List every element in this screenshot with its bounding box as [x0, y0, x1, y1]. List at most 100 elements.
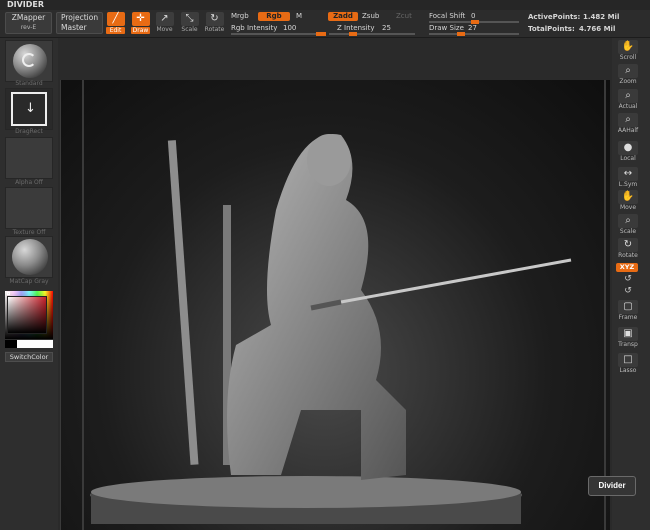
- scale-tool-button[interactable]: ⤡ Scale: [179, 12, 200, 33]
- color-cursor[interactable]: [7, 292, 10, 295]
- draw-size-thumb[interactable]: [457, 32, 465, 36]
- rotate-icon: ↻: [205, 12, 224, 26]
- matcap-sphere-icon: [12, 239, 48, 275]
- draw-icon: ✛: [131, 12, 150, 26]
- focal-shift-slider[interactable]: [429, 20, 519, 24]
- total-points-value: 4.766 Mil: [579, 25, 616, 33]
- projection-label: Projection: [61, 13, 99, 22]
- swirl-icon: [22, 53, 36, 67]
- mrgb-button[interactable]: Mrgb: [231, 12, 249, 20]
- xyz-toggle[interactable]: XYZ: [616, 263, 638, 272]
- rgb-intensity-label: Rgb Intensity: [231, 24, 278, 32]
- actual-icon: ⌕: [618, 89, 638, 103]
- scale-label: Scale: [619, 228, 637, 235]
- frame-icon: ▢: [618, 300, 638, 314]
- aahalf-button[interactable]: ⌕ AAHalf: [616, 113, 640, 134]
- lsym-label: L.Sym: [618, 181, 638, 188]
- color-picker-square[interactable]: [7, 296, 47, 334]
- rotate-label: Rotate: [618, 252, 638, 259]
- rotate-button[interactable]: ↻ Rotate: [616, 238, 640, 259]
- zmapper-label: ZMapper: [11, 13, 46, 22]
- master-label: Master: [61, 23, 87, 32]
- z-intensity-thumb[interactable]: [349, 32, 357, 36]
- rotate-label: Rotate: [204, 26, 225, 33]
- move-label: Move: [619, 204, 637, 211]
- rgb-intensity-thumb[interactable]: [316, 32, 326, 36]
- scroll-label: Scroll: [619, 54, 637, 61]
- rgb-intensity-value: 100: [283, 24, 297, 32]
- draw-tool-button[interactable]: ✛ Draw: [130, 12, 151, 34]
- scroll-button[interactable]: ✋ Scroll: [616, 40, 640, 61]
- zmapper-button[interactable]: ZMapper rev-E: [5, 12, 52, 34]
- move-hand-icon: ✋: [618, 190, 638, 204]
- lasso-icon: □: [618, 353, 638, 367]
- texture-slot[interactable]: [5, 187, 53, 229]
- actual-button[interactable]: ⌕ Actual: [616, 89, 640, 110]
- hand-icon: ✋: [618, 40, 638, 54]
- material-slot[interactable]: [5, 236, 53, 278]
- edit-icon: ╱: [106, 12, 125, 26]
- projection-master-button[interactable]: Projection Master: [56, 12, 103, 34]
- z-intensity-value: 25: [382, 24, 391, 32]
- arrow-down-icon: ↓: [25, 101, 36, 116]
- scale-label: Scale: [181, 26, 198, 33]
- scale-icon: ⤡: [180, 12, 199, 26]
- texture-label: Texture Off: [12, 229, 46, 236]
- left-tray: Standard ↓ DragRect Alpha Off Texture Of…: [0, 38, 58, 530]
- transp-label: Transp: [618, 341, 638, 348]
- move-button[interactable]: ✋ Move: [616, 190, 640, 211]
- rgb-intensity-slider[interactable]: [231, 32, 326, 36]
- rotate-z-button[interactable]: ↺: [616, 286, 640, 296]
- alpha-slot[interactable]: [5, 137, 53, 179]
- scale-button[interactable]: ⌕ Scale: [616, 214, 640, 235]
- local-label: Local: [620, 155, 636, 162]
- rotate-tool-button[interactable]: ↻ Rotate: [204, 12, 225, 33]
- app-title: DIVIDER: [7, 0, 45, 9]
- rotate-view-icon: ↻: [618, 238, 638, 252]
- title-bar: DIVIDER: [0, 0, 650, 10]
- rotate-y-icon: ↺: [624, 274, 632, 284]
- rgb-button[interactable]: Rgb: [258, 12, 290, 21]
- draw-size-value: 27: [468, 24, 477, 32]
- lasso-button[interactable]: □ Lasso: [616, 353, 640, 374]
- right-shelf: ✋ Scroll ⌕ Zoom ⌕ Actual ⌕ AAHalf ● Local ↔ L.…: [612, 38, 650, 530]
- zcut-button[interactable]: Zcut: [396, 12, 412, 20]
- m-button[interactable]: M: [296, 12, 302, 20]
- brush-slot[interactable]: [5, 40, 53, 82]
- active-points-label: ActivePoints:: [528, 13, 581, 21]
- edit-tool-button[interactable]: ╱ Edit: [105, 12, 126, 34]
- rotate-z-icon: ↺: [624, 286, 632, 296]
- main-color-swatch[interactable]: [17, 340, 53, 348]
- z-intensity-label: Z Intensity: [337, 24, 375, 32]
- active-points-value: 1.482 Mil: [583, 13, 620, 21]
- switch-color-button[interactable]: SwitchColor: [5, 352, 53, 362]
- draw-size-slider[interactable]: [429, 32, 519, 36]
- draw-size-label: Draw Size: [429, 24, 464, 32]
- scale-view-icon: ⌕: [618, 214, 638, 228]
- frame-button[interactable]: ▢ Frame: [616, 300, 640, 321]
- matcap-label: MatCap Gray: [9, 278, 49, 285]
- aahalf-icon: ⌕: [618, 113, 638, 127]
- total-points-label: TotalPoints:: [528, 25, 575, 33]
- stroke-slot[interactable]: ↓: [5, 88, 53, 130]
- alpha-label: Alpha Off: [15, 179, 43, 186]
- z-intensity-slider[interactable]: [329, 32, 415, 36]
- lsym-button[interactable]: ↔ L.Sym: [616, 167, 640, 188]
- rotate-y-button[interactable]: ↺: [616, 274, 640, 284]
- move-tool-button[interactable]: ↗ Move: [154, 12, 175, 33]
- divider-tooltip: Divider: [588, 476, 636, 496]
- zsub-button[interactable]: Zsub: [362, 12, 379, 20]
- draw-label: Draw: [131, 27, 150, 34]
- zoom-button[interactable]: ⌕ Zoom: [616, 64, 640, 85]
- zoom-icon: ⌕: [618, 64, 638, 78]
- lasso-label: Lasso: [619, 367, 637, 374]
- local-button[interactable]: ● Local: [616, 141, 640, 162]
- standard-label: Standard: [15, 80, 43, 87]
- transp-button[interactable]: ▣ Transp: [616, 327, 640, 348]
- document-frame: [82, 80, 606, 530]
- edit-label: Edit: [106, 27, 125, 34]
- move-label: Move: [156, 26, 173, 33]
- dragrect-label: DragRect: [15, 128, 43, 135]
- focal-shift-label: Focal Shift: [429, 12, 466, 20]
- zadd-button[interactable]: Zadd: [328, 12, 358, 21]
